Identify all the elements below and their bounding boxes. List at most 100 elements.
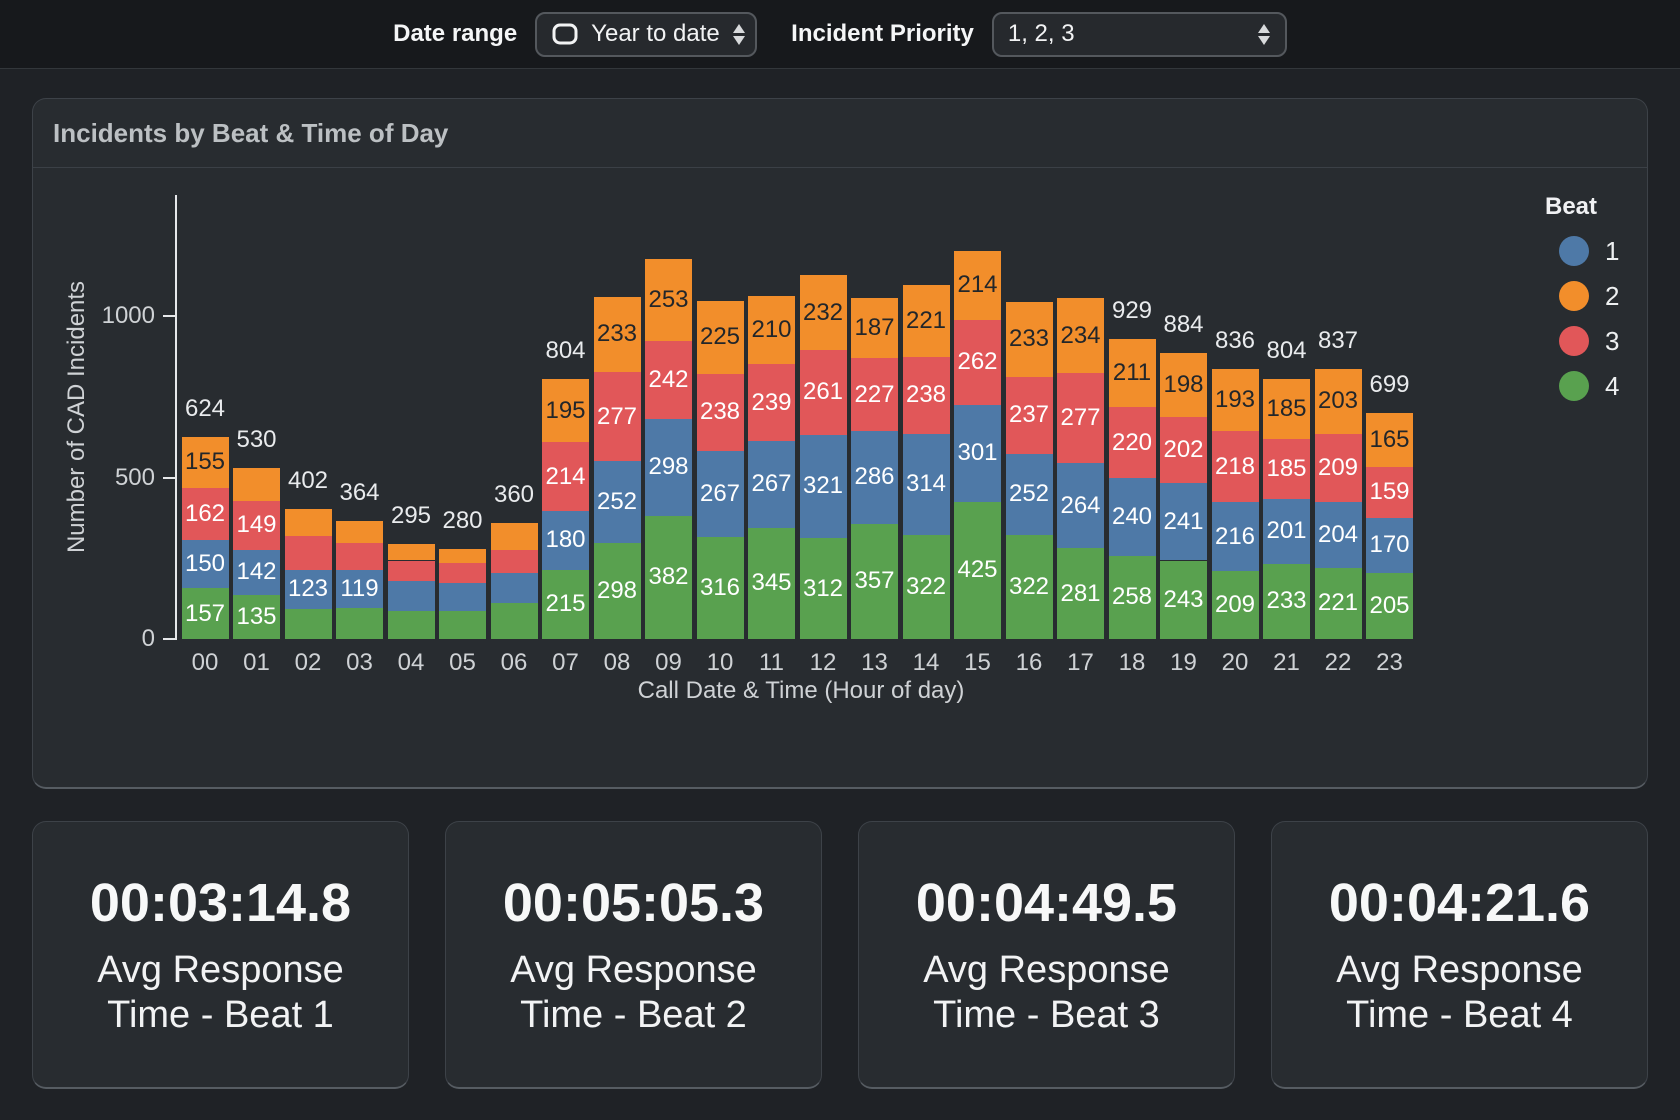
bar-segment-beat-3[interactable] bbox=[285, 536, 332, 570]
legend-swatch-beat-4[interactable] bbox=[1559, 371, 1589, 401]
bar-segment-beat-1[interactable]: 267 bbox=[748, 441, 795, 527]
date-range-select[interactable]: Year to date bbox=[535, 12, 757, 57]
bar-segment-beat-1[interactable]: 264 bbox=[1057, 463, 1104, 548]
bar-segment-beat-3[interactable]: 209 bbox=[1315, 434, 1362, 502]
bar-segment-beat-1[interactable]: 180 bbox=[542, 511, 589, 569]
bar-segment-beat-2[interactable]: 211 bbox=[1109, 339, 1156, 407]
bar-segment-beat-3[interactable]: 227 bbox=[851, 358, 898, 431]
bar-segment-beat-3[interactable]: 214 bbox=[542, 442, 589, 511]
bar-segment-beat-4[interactable]: 345 bbox=[748, 528, 795, 639]
bar-segment-beat-3[interactable]: 237 bbox=[1006, 377, 1053, 454]
bar-segment-beat-1[interactable]: 170 bbox=[1366, 518, 1413, 573]
bar-segment-beat-4[interactable]: 425 bbox=[954, 502, 1001, 639]
bar-segment-beat-1[interactable]: 298 bbox=[645, 419, 692, 515]
bar-segment-beat-4[interactable]: 221 bbox=[1315, 568, 1362, 639]
legend-label-beat-1[interactable]: 1 bbox=[1605, 236, 1645, 266]
bar-segment-beat-4[interactable]: 209 bbox=[1212, 571, 1259, 639]
bar-segment-beat-4[interactable] bbox=[439, 611, 486, 639]
bar-segment-beat-4[interactable]: 243 bbox=[1160, 561, 1207, 639]
bar-segment-beat-4[interactable]: 157 bbox=[182, 588, 229, 639]
bar-segment-beat-4[interactable]: 312 bbox=[800, 538, 847, 639]
bar-segment-beat-4[interactable]: 298 bbox=[594, 543, 641, 639]
bar-segment-beat-1[interactable]: 241 bbox=[1160, 483, 1207, 561]
legend-label-beat-3[interactable]: 3 bbox=[1605, 326, 1645, 356]
bar-segment-beat-4[interactable]: 233 bbox=[1263, 564, 1310, 639]
bar-segment-beat-2[interactable]: 225 bbox=[697, 301, 744, 374]
bar-segment-beat-4[interactable]: 322 bbox=[1006, 535, 1053, 639]
bar-segment-beat-1[interactable]: 314 bbox=[903, 434, 950, 535]
bar-segment-beat-2[interactable]: 198 bbox=[1160, 353, 1207, 417]
bar-segment-beat-1[interactable]: 252 bbox=[1006, 454, 1053, 535]
legend-swatch-beat-2[interactable] bbox=[1559, 281, 1589, 311]
bar-segment-beat-4[interactable]: 215 bbox=[542, 570, 589, 639]
bar-segment-beat-3[interactable]: 159 bbox=[1366, 467, 1413, 518]
bar-segment-beat-2[interactable] bbox=[388, 544, 435, 561]
bar-segment-beat-1[interactable]: 240 bbox=[1109, 478, 1156, 556]
bar-segment-beat-2[interactable]: 253 bbox=[645, 259, 692, 341]
bar-segment-beat-1[interactable]: 267 bbox=[697, 451, 744, 537]
bar-segment-beat-1[interactable] bbox=[439, 583, 486, 611]
bar-segment-beat-1[interactable] bbox=[491, 573, 538, 603]
bar-segment-beat-3[interactable]: 239 bbox=[748, 364, 795, 441]
bar-segment-beat-4[interactable]: 316 bbox=[697, 537, 744, 639]
bar-segment-beat-1[interactable]: 252 bbox=[594, 461, 641, 542]
bar-segment-beat-4[interactable] bbox=[491, 603, 538, 639]
bar-segment-beat-3[interactable]: 185 bbox=[1263, 439, 1310, 499]
bar-segment-beat-3[interactable] bbox=[388, 561, 435, 581]
legend-swatch-beat-3[interactable] bbox=[1559, 326, 1589, 356]
bar-segment-beat-3[interactable]: 277 bbox=[594, 372, 641, 461]
bar-segment-beat-4[interactable] bbox=[285, 609, 332, 639]
bar-segment-beat-1[interactable]: 321 bbox=[800, 435, 847, 539]
bar-segment-beat-3[interactable]: 238 bbox=[903, 357, 950, 434]
bar-segment-beat-2[interactable]: 210 bbox=[748, 296, 795, 364]
bar-segment-beat-1[interactable] bbox=[388, 581, 435, 611]
bar-segment-beat-3[interactable]: 238 bbox=[697, 374, 744, 451]
bar-segment-beat-2[interactable]: 165 bbox=[1366, 413, 1413, 466]
bar-segment-beat-1[interactable]: 201 bbox=[1263, 499, 1310, 564]
bar-segment-beat-2[interactable]: 185 bbox=[1263, 379, 1310, 439]
bar-segment-beat-3[interactable] bbox=[439, 563, 486, 583]
bar-segment-beat-4[interactable]: 382 bbox=[645, 516, 692, 639]
bar-segment-beat-2[interactable] bbox=[491, 523, 538, 550]
bar-segment-beat-1[interactable]: 119 bbox=[336, 570, 383, 608]
bar-segment-beat-2[interactable]: 232 bbox=[800, 275, 847, 350]
bar-segment-beat-4[interactable]: 322 bbox=[903, 535, 950, 639]
bar-segment-beat-4[interactable]: 281 bbox=[1057, 548, 1104, 639]
bar-segment-beat-3[interactable] bbox=[336, 543, 383, 570]
bar-segment-beat-3[interactable]: 162 bbox=[182, 488, 229, 540]
bar-segment-beat-2[interactable]: 233 bbox=[1006, 302, 1053, 377]
incident-priority-select[interactable]: 1, 2, 3 bbox=[992, 12, 1287, 57]
bar-segment-beat-4[interactable]: 258 bbox=[1109, 556, 1156, 639]
bar-segment-beat-4[interactable]: 357 bbox=[851, 524, 898, 639]
bar-segment-beat-4[interactable] bbox=[336, 608, 383, 639]
bar-segment-beat-4[interactable]: 135 bbox=[233, 595, 280, 639]
legend-label-beat-4[interactable]: 4 bbox=[1605, 371, 1645, 401]
bar-segment-beat-2[interactable]: 214 bbox=[954, 251, 1001, 320]
bar-segment-beat-3[interactable]: 149 bbox=[233, 501, 280, 549]
bar-segment-beat-3[interactable]: 277 bbox=[1057, 373, 1104, 462]
bar-segment-beat-3[interactable]: 242 bbox=[645, 341, 692, 419]
bar-segment-beat-2[interactable] bbox=[285, 509, 332, 536]
bar-segment-beat-2[interactable] bbox=[439, 549, 486, 563]
bar-segment-beat-3[interactable]: 261 bbox=[800, 350, 847, 434]
bar-segment-beat-1[interactable]: 286 bbox=[851, 431, 898, 523]
bar-segment-beat-1[interactable]: 142 bbox=[233, 550, 280, 596]
bar-segment-beat-3[interactable] bbox=[491, 550, 538, 573]
bar-segment-beat-1[interactable]: 204 bbox=[1315, 502, 1362, 568]
bar-segment-beat-1[interactable]: 150 bbox=[182, 540, 229, 588]
bar-segment-beat-3[interactable]: 262 bbox=[954, 320, 1001, 405]
bar-segment-beat-1[interactable]: 123 bbox=[285, 570, 332, 610]
bar-segment-beat-2[interactable]: 193 bbox=[1212, 369, 1259, 431]
bar-segment-beat-2[interactable]: 233 bbox=[594, 297, 641, 372]
bar-segment-beat-1[interactable]: 301 bbox=[954, 405, 1001, 502]
bar-segment-beat-4[interactable]: 205 bbox=[1366, 573, 1413, 639]
bar-segment-beat-3[interactable]: 218 bbox=[1212, 431, 1259, 501]
bar-segment-beat-3[interactable]: 220 bbox=[1109, 407, 1156, 478]
bar-segment-beat-3[interactable]: 202 bbox=[1160, 417, 1207, 482]
bar-segment-beat-4[interactable] bbox=[388, 611, 435, 639]
bar-segment-beat-2[interactable]: 187 bbox=[851, 298, 898, 358]
bar-segment-beat-2[interactable]: 195 bbox=[542, 379, 589, 442]
legend-swatch-beat-1[interactable] bbox=[1559, 236, 1589, 266]
legend-label-beat-2[interactable]: 2 bbox=[1605, 281, 1645, 311]
bar-segment-beat-1[interactable]: 216 bbox=[1212, 502, 1259, 572]
